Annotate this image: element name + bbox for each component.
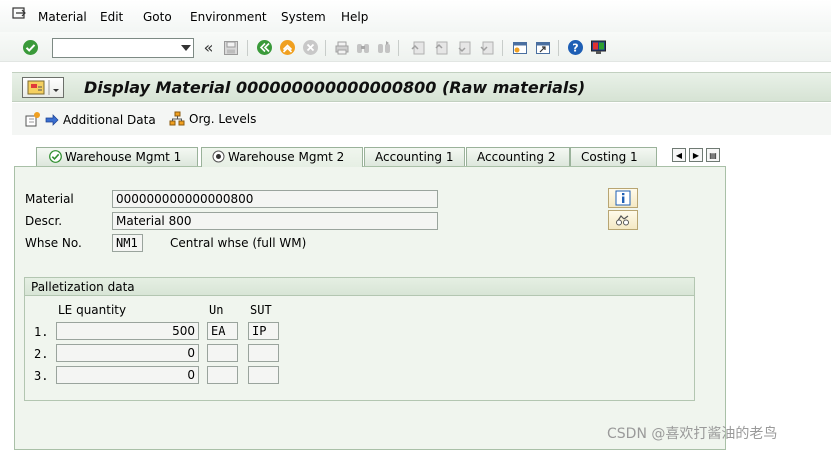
cancel-icon bbox=[302, 39, 319, 56]
org-hierarchy-icon bbox=[169, 111, 185, 126]
menu-system[interactable]: System bbox=[281, 10, 326, 24]
find-next-icon bbox=[375, 39, 392, 56]
chevron-down-icon[interactable] bbox=[181, 45, 191, 51]
system-menu-icon[interactable] bbox=[12, 7, 28, 21]
menu-material[interactable]: Material bbox=[38, 10, 87, 24]
svg-text:?: ? bbox=[572, 42, 578, 55]
additional-data-button[interactable]: Additional Data bbox=[24, 111, 156, 128]
sut-header: SUT bbox=[250, 303, 272, 317]
previous-page-icon bbox=[432, 39, 449, 56]
additional-data-label: Additional Data bbox=[63, 112, 156, 127]
org-levels-label: Org. Levels bbox=[189, 112, 257, 126]
help-icon[interactable]: ? bbox=[567, 39, 584, 56]
info-button[interactable] bbox=[608, 188, 638, 208]
whse-no-label: Whse No. bbox=[25, 236, 82, 250]
tab-accounting-2[interactable]: Accounting 2 bbox=[466, 147, 570, 166]
tab-accounting-1[interactable]: Accounting 1 bbox=[364, 147, 465, 166]
application-toolbar: Additional Data Org. Levels bbox=[12, 103, 831, 135]
unit-field[interactable] bbox=[207, 344, 238, 362]
warehouse-number-field[interactable]: NM1 bbox=[112, 234, 143, 252]
customize-layout-icon[interactable] bbox=[590, 39, 607, 56]
additional-data-icon bbox=[25, 112, 40, 127]
radio-icon bbox=[212, 150, 225, 166]
watermark: CSDN @喜欢打酱油的老鸟 bbox=[607, 426, 778, 442]
description-field[interactable]: Material 800 bbox=[112, 212, 438, 230]
descr-label: Descr. bbox=[25, 214, 63, 228]
tabstrip: Warehouse Mgmt 1 Warehouse Mgmt 2 Accoun… bbox=[12, 136, 831, 167]
screen-menu-button[interactable] bbox=[22, 77, 64, 98]
create-session-icon[interactable] bbox=[511, 39, 528, 56]
tab-warehouse-mgmt-2[interactable]: Warehouse Mgmt 2 bbox=[201, 147, 363, 167]
arrow-right-icon bbox=[45, 113, 59, 126]
collapse-toolbar-icon[interactable]: « bbox=[200, 38, 217, 57]
tab-content-panel: Material 000000000000000800 Descr. Mater… bbox=[14, 166, 726, 450]
row-index: 3. bbox=[34, 369, 49, 383]
menu-bar: Material Edit Goto Environment System He… bbox=[0, 0, 831, 32]
sut-field[interactable] bbox=[248, 366, 279, 384]
le-quantity-field[interactable]: 0 bbox=[56, 344, 199, 362]
back-icon[interactable] bbox=[256, 39, 273, 56]
warehouse-description: Central whse (full WM) bbox=[170, 236, 307, 250]
sut-field[interactable]: IP bbox=[248, 322, 279, 340]
tab-label: Accounting 1 bbox=[375, 150, 454, 164]
menu-goto[interactable]: Goto bbox=[143, 10, 172, 24]
row-index: 1. bbox=[34, 325, 49, 339]
palletization-group: Palletization data LE quantity Un SUT 1.… bbox=[24, 277, 695, 401]
save-icon[interactable] bbox=[222, 39, 239, 56]
palletization-group-title: Palletization data bbox=[25, 278, 694, 296]
print-icon bbox=[333, 39, 350, 56]
info-icon bbox=[615, 190, 631, 206]
command-input[interactable] bbox=[53, 39, 175, 57]
menu-edit[interactable]: Edit bbox=[100, 10, 123, 24]
material-field[interactable]: 000000000000000800 bbox=[112, 190, 438, 208]
enter-check-icon[interactable] bbox=[22, 39, 39, 56]
glasses-icon bbox=[616, 215, 629, 226]
unit-header: Un bbox=[209, 303, 224, 317]
tab-list-button[interactable]: ▤ bbox=[706, 148, 720, 162]
unit-field[interactable] bbox=[207, 366, 238, 384]
le-quantity-field[interactable]: 500 bbox=[56, 322, 199, 340]
exit-icon[interactable] bbox=[279, 39, 296, 56]
first-page-icon bbox=[409, 39, 426, 56]
org-levels-button[interactable]: Org. Levels bbox=[169, 111, 256, 127]
unit-field[interactable]: EA bbox=[207, 322, 238, 340]
change-display-button[interactable] bbox=[608, 210, 638, 230]
command-field[interactable] bbox=[52, 38, 194, 58]
tab-label: Warehouse Mgmt 2 bbox=[228, 150, 345, 164]
menu-environment[interactable]: Environment bbox=[190, 10, 267, 24]
find-icon bbox=[354, 39, 371, 56]
tab-label: Costing 1 bbox=[581, 150, 638, 164]
menu-help[interactable]: Help bbox=[341, 10, 368, 24]
tab-scroll-right-button[interactable]: ▶ bbox=[689, 148, 703, 162]
row-index: 2. bbox=[34, 347, 49, 361]
sut-field[interactable] bbox=[248, 344, 279, 362]
check-icon bbox=[49, 150, 62, 166]
le-quantity-header: LE quantity bbox=[58, 303, 127, 317]
last-page-icon bbox=[478, 39, 495, 56]
tab-label: Accounting 2 bbox=[477, 150, 556, 164]
standard-toolbar: « ? bbox=[0, 32, 831, 62]
next-page-icon bbox=[455, 39, 472, 56]
shortcut-icon[interactable] bbox=[534, 39, 551, 56]
tab-label: Warehouse Mgmt 1 bbox=[65, 150, 182, 164]
le-quantity-field[interactable]: 0 bbox=[56, 366, 199, 384]
tab-scroll-left-button[interactable]: ◀ bbox=[672, 148, 686, 162]
tab-costing-1[interactable]: Costing 1 bbox=[570, 147, 657, 166]
title-bar: Display Material 000000000000000800 (Raw… bbox=[12, 72, 831, 102]
page-title: Display Material 000000000000000800 (Raw… bbox=[84, 78, 586, 97]
material-label: Material bbox=[25, 192, 74, 206]
tab-warehouse-mgmt-1[interactable]: Warehouse Mgmt 1 bbox=[36, 147, 198, 166]
